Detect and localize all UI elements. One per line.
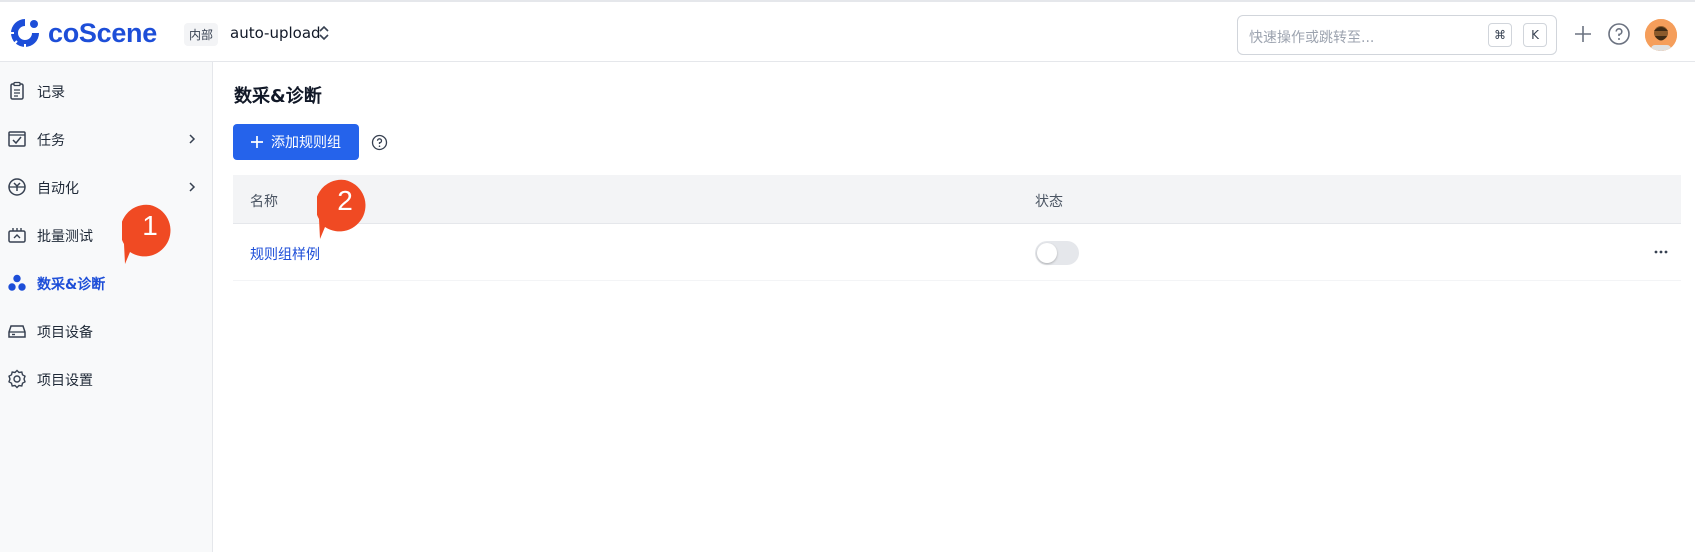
device-icon — [8, 325, 26, 338]
project-tag: 内部 — [184, 23, 219, 46]
sidebar-item-data-collection[interactable]: 数采&诊断 — [0, 263, 212, 303]
sidebar-item-label: 自动化 — [37, 181, 79, 197]
coscene-logo-icon — [10, 19, 39, 48]
table-header: 名称 状态 — [233, 175, 1681, 224]
sidebar-item-records[interactable]: 记录 — [0, 71, 212, 111]
add-rule-group-button[interactable]: 添加规则组 — [233, 124, 359, 160]
avatar-image — [1645, 19, 1677, 51]
annotation-marker-2: 2 — [315, 177, 377, 239]
sidebar: 记录 任务 自动化 批量测试 数采&诊断 项目设备 项目设置 — [0, 62, 213, 552]
marker-number: 1 — [142, 210, 158, 241]
logo[interactable]: coScene — [8, 16, 157, 50]
gear-icon — [8, 369, 26, 389]
marker-number: 2 — [337, 185, 353, 216]
sidebar-item-settings[interactable]: 项目设置 — [0, 359, 212, 399]
avatar[interactable] — [1645, 19, 1677, 51]
search-placeholder: 快速操作或跳转至... — [1249, 30, 1375, 46]
sidebar-item-label: 任务 — [37, 133, 65, 149]
help-icon[interactable] — [1607, 22, 1631, 46]
main-content: 数采&诊断 添加规则组 名称 状态 规则组样例 — [214, 62, 1695, 552]
chevron-right-icon — [189, 182, 196, 192]
plus-icon[interactable] — [1571, 22, 1595, 46]
table-row: 规则组样例 — [233, 224, 1681, 281]
project-name[interactable]: auto-upload — [230, 24, 321, 42]
add-rule-group-label: 添加规则组 — [271, 135, 341, 151]
sidebar-item-label: 项目设备 — [37, 325, 93, 341]
plus-icon — [251, 136, 263, 148]
sidebar-item-label: 项目设置 — [37, 373, 93, 389]
shortcut-k-key: K — [1523, 23, 1547, 47]
sidebar-item-label: 数采&诊断 — [37, 277, 106, 293]
toggle-knob — [1037, 243, 1057, 263]
annotation-marker-1: 1 — [120, 202, 182, 264]
logo-text: coScene — [48, 17, 157, 48]
automation-icon — [8, 178, 26, 196]
help-icon[interactable] — [371, 134, 388, 151]
page-title: 数采&诊断 — [234, 86, 322, 107]
chevron-right-icon — [189, 134, 196, 144]
records-icon — [10, 81, 24, 100]
sidebar-item-tasks[interactable]: 任务 — [0, 119, 212, 159]
status-toggle[interactable] — [1035, 241, 1079, 265]
sidebar-item-automation[interactable]: 自动化 — [0, 167, 212, 207]
sidebar-item-label: 批量测试 — [37, 229, 93, 245]
shortcut-cmd-key: ⌘ — [1488, 23, 1512, 47]
data-collection-icon — [8, 274, 26, 291]
more-options-icon[interactable] — [1651, 242, 1671, 262]
column-header-status: 状态 — [1035, 194, 1063, 210]
batch-test-icon — [8, 228, 26, 243]
rule-group-name-link[interactable]: 规则组样例 — [250, 244, 320, 264]
sidebar-item-devices[interactable]: 项目设备 — [0, 311, 212, 351]
search-input[interactable]: 快速操作或跳转至... ⌘ K — [1237, 15, 1557, 55]
column-header-name: 名称 — [250, 194, 278, 210]
top-bar: coScene 内部 auto-upload 快速操作或跳转至... ⌘ K — [0, 0, 1695, 62]
project-switch-icon[interactable] — [317, 23, 331, 43]
tasks-icon — [8, 131, 26, 147]
rule-group-table: 名称 状态 规则组样例 — [233, 175, 1681, 281]
sidebar-item-label: 记录 — [37, 85, 65, 101]
